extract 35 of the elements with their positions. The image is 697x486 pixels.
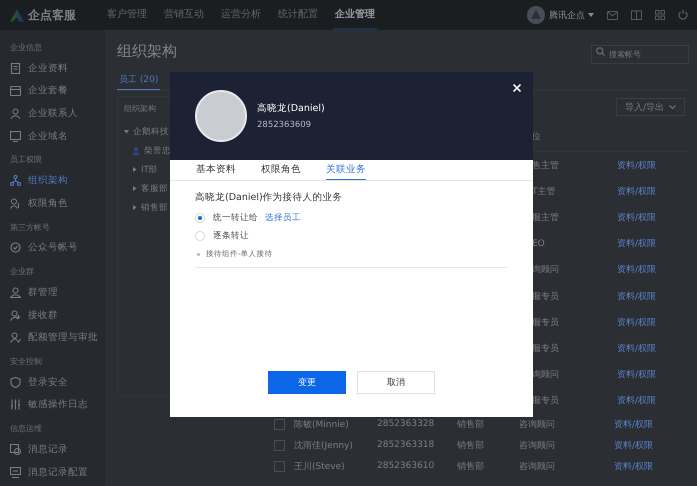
table-cell-text: 咨询顾问 (519, 418, 556, 431)
table-cell-text: 2852363318 (377, 440, 436, 450)
table-cell-text: 询顾问 (531, 368, 560, 382)
table-cell-text: 售主管 (531, 160, 560, 172)
table-cell-text: 服专员 (531, 394, 560, 408)
option-label: 统一转让给 (213, 212, 258, 224)
table-cell-text: 2852363328 (377, 419, 436, 430)
table-cell-text: 沈雨佳(Jenny) (294, 440, 354, 452)
table-cell-text: 陈敏(Minnie) (294, 418, 350, 431)
table-cell-text: 服专员 (531, 316, 560, 329)
section-heading: 安全控制 (10, 356, 43, 368)
tree-heading: 组织架构 (124, 103, 157, 115)
table-cell-text: 咨询顾问 (519, 460, 556, 473)
section-heading: 员工权限 (10, 154, 43, 166)
product-name: 企点客服 (28, 6, 76, 24)
table-cell-text: 服专员 (531, 290, 560, 303)
user-account: 2852363609 (257, 120, 312, 130)
table-cell-text: 王川(Steve) (294, 460, 346, 473)
table-cell-text: 咨询顾问 (519, 440, 556, 452)
table-cell-text: 销售部 (457, 460, 485, 473)
table-cell-text: 询顾问 (531, 264, 560, 276)
section-heading: 高晓龙(Daniel)作为接待人的业务 (195, 191, 344, 205)
section-heading: 企业信息 (10, 42, 43, 54)
table-cell-text: 服专员 (531, 342, 560, 355)
table-cell-text: 销售部 (457, 440, 485, 452)
page-title: 组织架构 (117, 42, 177, 60)
table-cell-text: 销售部 (457, 418, 485, 431)
option-label: 逐条转让 (213, 230, 249, 242)
table-cell-text: 2852363610 (377, 461, 436, 472)
table-cell-text: 服主管 (531, 212, 560, 224)
section-heading: 信息运维 (10, 423, 43, 436)
section-heading: 第三方帐号 (10, 222, 51, 234)
table-cell-text: EO (531, 238, 546, 249)
user-name: 高晓龙(Daniel) (257, 102, 325, 115)
section-heading: 企业群 (10, 266, 35, 278)
